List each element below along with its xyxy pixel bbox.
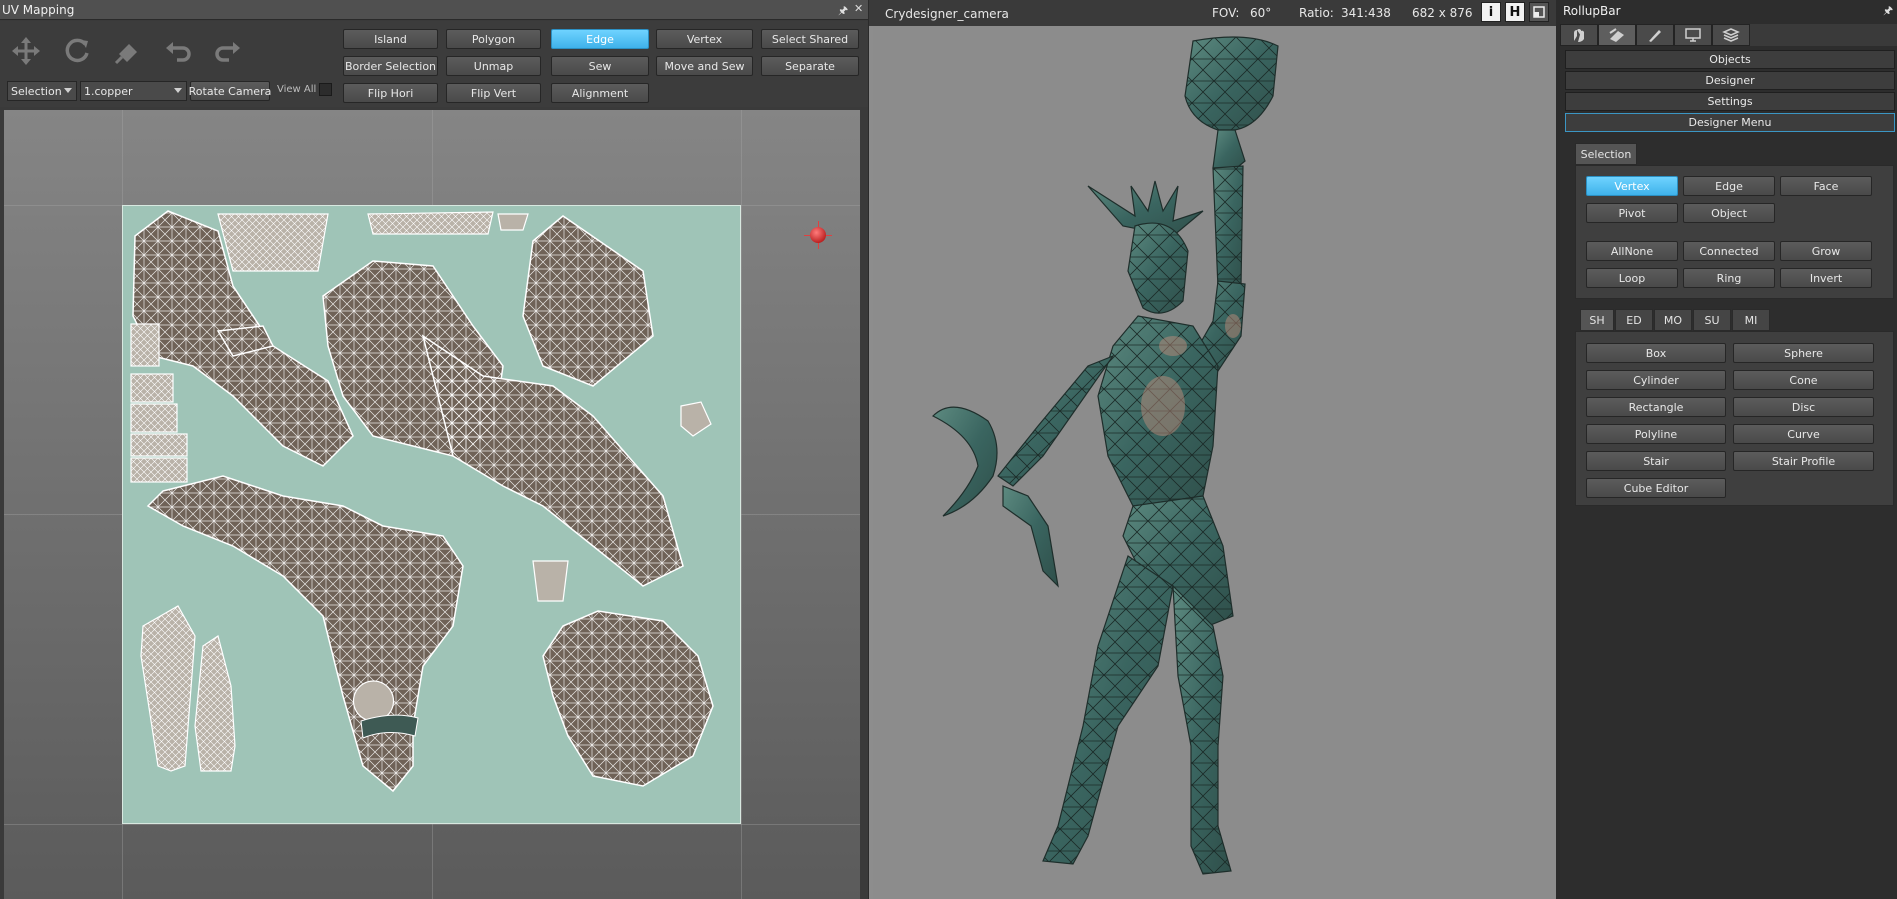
tab-ed[interactable]: ED bbox=[1615, 309, 1653, 331]
uv-mapping-panel: UV Mapping 🖈 ✕ Selection 1.copper Rotate… bbox=[0, 0, 868, 899]
shape-box-button[interactable]: Box bbox=[1586, 343, 1726, 363]
uv-texture-map[interactable] bbox=[122, 205, 741, 824]
sel-invert-button[interactable]: Invert bbox=[1780, 268, 1872, 288]
maximize-icon[interactable] bbox=[1529, 2, 1549, 22]
sel-edge-button[interactable]: Edge bbox=[1683, 176, 1775, 196]
selection-group: Vertex Edge Face Pivot Object AllNone Co… bbox=[1575, 165, 1894, 299]
shape-rectangle-button[interactable]: Rectangle bbox=[1586, 397, 1726, 417]
shape-stair-profile-button[interactable]: Stair Profile bbox=[1733, 451, 1874, 471]
ratio-value: 341:438 bbox=[1341, 6, 1391, 20]
uv-panel-titlebar: UV Mapping 🖈 ✕ bbox=[0, 0, 868, 20]
sel-grow-button[interactable]: Grow bbox=[1780, 241, 1872, 261]
sel-vertex-button[interactable]: Vertex bbox=[1586, 176, 1678, 196]
tab-selection[interactable]: Selection bbox=[1575, 143, 1637, 165]
sew-button[interactable]: Sew bbox=[551, 56, 649, 76]
shape-curve-button[interactable]: Curve bbox=[1733, 424, 1874, 444]
info-toggle-button[interactable]: i bbox=[1481, 2, 1501, 22]
unmap-button[interactable]: Unmap bbox=[446, 56, 541, 76]
chevron-down-icon bbox=[64, 88, 72, 93]
sel-object-button[interactable]: Object bbox=[1683, 203, 1775, 223]
shape-cylinder-button[interactable]: Cylinder bbox=[1586, 370, 1726, 390]
rotate-camera-button[interactable]: Rotate Camera bbox=[189, 81, 271, 101]
sel-ring-button[interactable]: Ring bbox=[1683, 268, 1775, 288]
shape-group: Box Sphere Cylinder Cone Rectangle Disc … bbox=[1575, 331, 1894, 506]
vertex-button[interactable]: Vertex bbox=[656, 29, 753, 49]
tab-objects-icon[interactable] bbox=[1560, 24, 1598, 46]
selection-mode-dropdown[interactable]: Selection bbox=[7, 81, 77, 101]
section-settings[interactable]: Settings bbox=[1565, 92, 1895, 111]
tab-su[interactable]: SU bbox=[1693, 309, 1731, 331]
shape-stair-button[interactable]: Stair bbox=[1586, 451, 1726, 471]
edge-button[interactable]: Edge bbox=[551, 29, 649, 49]
rollup-bar: RollupBar 🖈 Objects Designer Settings De… bbox=[1560, 0, 1897, 899]
tab-mo[interactable]: MO bbox=[1654, 309, 1692, 331]
section-designer[interactable]: Designer bbox=[1565, 71, 1895, 90]
flip-vert-button[interactable]: Flip Vert bbox=[446, 83, 541, 103]
separate-button[interactable]: Separate bbox=[761, 56, 859, 76]
sel-loop-button[interactable]: Loop bbox=[1586, 268, 1678, 288]
tab-display-icon[interactable] bbox=[1674, 24, 1712, 46]
tab-sh[interactable]: SH bbox=[1580, 309, 1614, 331]
move-icon[interactable] bbox=[10, 35, 42, 67]
chevron-down-icon bbox=[174, 88, 182, 93]
camera-header: Crydesigner_camera FOV: 60° Ratio: 341:4… bbox=[869, 0, 1556, 26]
tab-modify-icon[interactable] bbox=[1598, 24, 1636, 46]
polygon-button[interactable]: Polygon bbox=[446, 29, 541, 49]
border-selection-button[interactable]: Border Selection bbox=[343, 56, 438, 76]
alignment-button[interactable]: Alignment bbox=[551, 83, 649, 103]
material-value: 1.copper bbox=[84, 84, 133, 98]
pin-icon[interactable]: 🖈 bbox=[838, 2, 848, 21]
rotate-icon[interactable] bbox=[62, 35, 94, 67]
camera-viewport-panel: Crydesigner_camera FOV: 60° Ratio: 341:4… bbox=[869, 0, 1556, 899]
fov-value: 60° bbox=[1250, 6, 1272, 20]
helpers-toggle-button[interactable]: H bbox=[1505, 2, 1525, 22]
selection-mode-value: Selection bbox=[11, 84, 62, 98]
shape-disc-button[interactable]: Disc bbox=[1733, 397, 1874, 417]
shape-cone-button[interactable]: Cone bbox=[1733, 370, 1874, 390]
shape-sphere-button[interactable]: Sphere bbox=[1733, 343, 1874, 363]
sel-face-button[interactable]: Face bbox=[1780, 176, 1872, 196]
uv-pivot-handle[interactable] bbox=[810, 227, 826, 243]
rollup-title: RollupBar bbox=[1563, 4, 1621, 18]
uv-panel-title: UV Mapping bbox=[2, 3, 75, 17]
redo-icon[interactable] bbox=[212, 35, 244, 67]
sel-pivot-button[interactable]: Pivot bbox=[1586, 203, 1678, 223]
ratio-label: Ratio: bbox=[1299, 6, 1334, 20]
flip-hori-button[interactable]: Flip Hori bbox=[343, 83, 438, 103]
uv-islands bbox=[130, 210, 714, 793]
tab-paint-icon[interactable] bbox=[1636, 24, 1674, 46]
shape-cube-editor-button[interactable]: Cube Editor bbox=[1586, 478, 1726, 498]
section-designer-menu[interactable]: Designer Menu bbox=[1565, 113, 1895, 132]
view-all-label: View All bbox=[277, 84, 317, 95]
move-and-sew-button[interactable]: Move and Sew bbox=[656, 56, 753, 76]
sel-allnone-button[interactable]: AllNone bbox=[1586, 241, 1678, 261]
section-objects[interactable]: Objects bbox=[1565, 50, 1895, 69]
scale-icon[interactable] bbox=[112, 35, 144, 67]
tab-layers-icon[interactable] bbox=[1712, 24, 1750, 46]
pin-icon[interactable]: 🖈 bbox=[1883, 2, 1893, 21]
resolution-value: 682 x 876 bbox=[1412, 6, 1473, 20]
statue-model bbox=[931, 36, 1279, 875]
close-icon[interactable]: ✕ bbox=[854, 2, 863, 15]
sel-connected-button[interactable]: Connected bbox=[1683, 241, 1775, 261]
material-dropdown[interactable]: 1.copper bbox=[80, 81, 187, 101]
island-button[interactable]: Island bbox=[343, 29, 438, 49]
view-all-checkbox[interactable] bbox=[319, 83, 332, 96]
select-shared-button[interactable]: Select Shared bbox=[761, 29, 859, 49]
camera-name: Crydesigner_camera bbox=[885, 7, 1009, 21]
tab-mi[interactable]: MI bbox=[1732, 309, 1770, 331]
uv-toolbar: Selection 1.copper Rotate Camera View Al… bbox=[0, 21, 868, 107]
uv-viewport[interactable] bbox=[4, 110, 860, 899]
fov-label: FOV: bbox=[1212, 6, 1240, 20]
shape-polyline-button[interactable]: Polyline bbox=[1586, 424, 1726, 444]
3d-view[interactable] bbox=[873, 26, 1556, 899]
undo-icon[interactable] bbox=[162, 35, 194, 67]
rollup-tabs bbox=[1560, 24, 1897, 46]
